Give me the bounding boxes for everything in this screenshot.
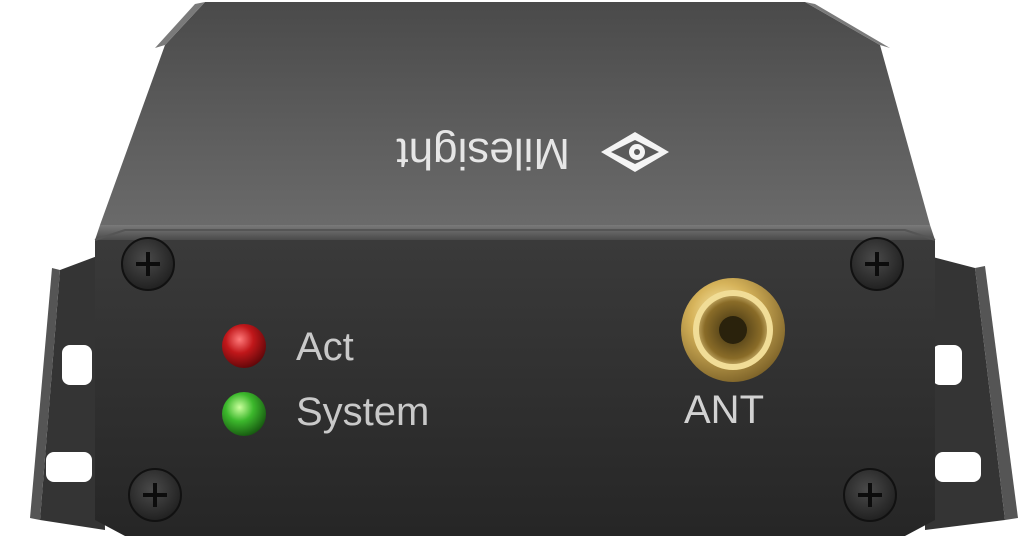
screw-icon — [843, 468, 897, 522]
screw-icon — [128, 468, 182, 522]
housing-chamfer — [95, 225, 935, 240]
front-panel — [94, 229, 936, 536]
brand-logo-text: Milesight — [396, 129, 570, 178]
mounting-bracket-left — [30, 255, 105, 530]
led-label-act: Act — [296, 325, 354, 369]
led-act — [222, 324, 266, 368]
led-system — [222, 392, 266, 436]
screw-icon — [121, 237, 175, 291]
sma-connector-icon — [681, 278, 785, 382]
mounting-bracket-right — [925, 255, 1018, 530]
device-illustration — [30, 2, 1018, 536]
screw-icon — [850, 237, 904, 291]
antenna-label: ANT — [684, 388, 764, 432]
led-label-system: System — [296, 390, 430, 434]
housing-top — [100, 2, 930, 225]
